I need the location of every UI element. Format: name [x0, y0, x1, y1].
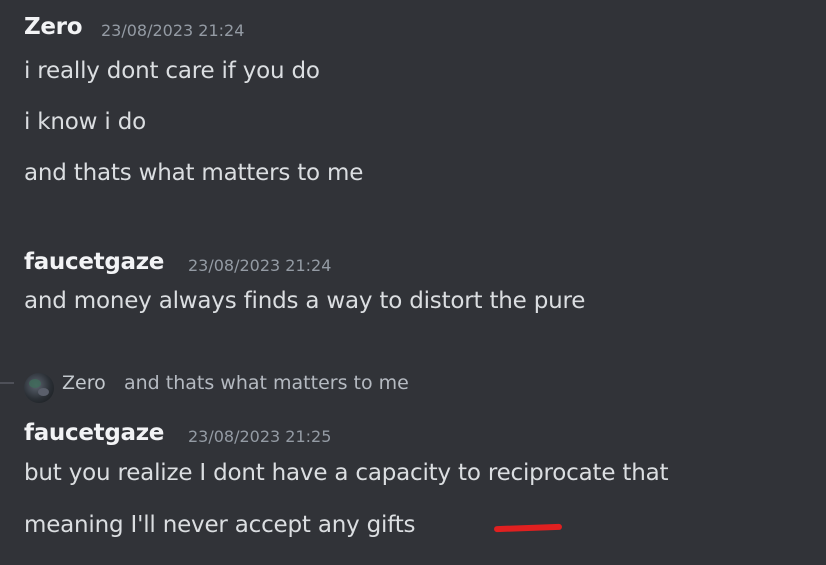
message-timestamp[interactable]: 23/08/2023 21:24 — [188, 256, 331, 275]
message-line: and thats what matters to me — [24, 160, 364, 186]
message-author-name[interactable]: Zero — [24, 14, 83, 40]
message-line: but you realize I dont have a capacity t… — [24, 460, 669, 486]
red-annotation-mark — [493, 523, 563, 533]
message-line: meaning I'll never accept any gifts — [24, 512, 416, 538]
message-timestamp[interactable]: 23/08/2023 21:24 — [101, 21, 244, 40]
message-line: and money always finds a way to distort … — [24, 288, 586, 314]
reply-author-name[interactable]: Zero — [62, 372, 106, 394]
message-author-name[interactable]: faucetgaze — [24, 420, 164, 446]
message-line: i really dont care if you do — [24, 58, 320, 84]
message-author-name[interactable]: faucetgaze — [24, 249, 164, 275]
message-timestamp[interactable]: 23/08/2023 21:25 — [188, 427, 331, 446]
reply-connector-line — [0, 382, 14, 384]
message-line: i know i do — [24, 109, 146, 135]
reply-preview-text[interactable]: and thats what matters to me — [124, 372, 409, 394]
reply-avatar[interactable] — [24, 373, 54, 403]
